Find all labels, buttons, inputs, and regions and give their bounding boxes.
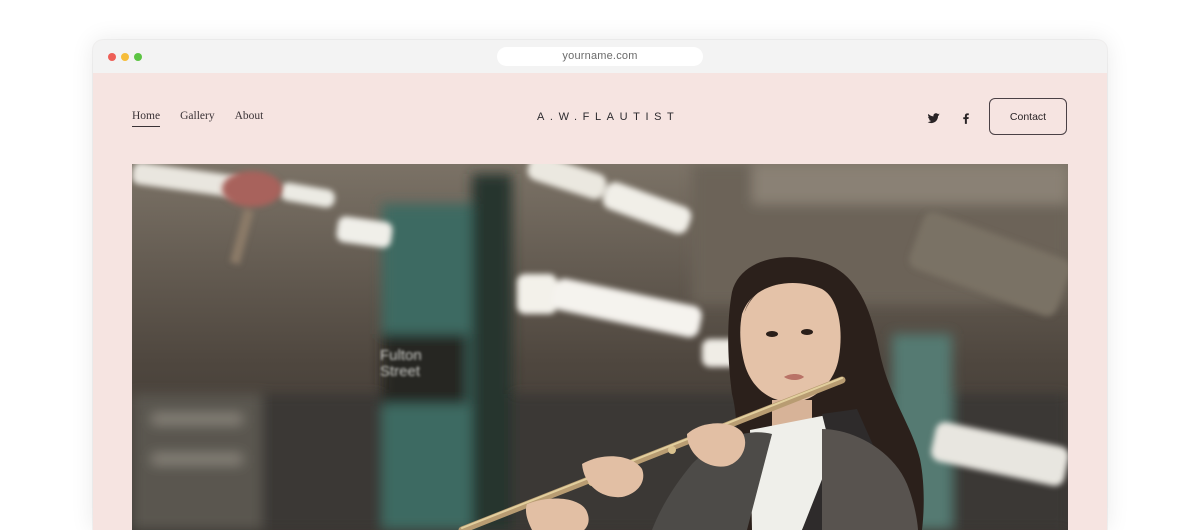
site-title: A.W.FLAUTIST <box>537 111 680 123</box>
main-nav: Home Gallery About <box>132 110 263 127</box>
close-window-button[interactable] <box>108 53 116 61</box>
station-sign-line-1: Fulton <box>380 347 422 364</box>
browser-chrome: yourname.com <box>93 40 1107 73</box>
maximize-window-button[interactable] <box>134 53 142 61</box>
nav-item-about[interactable]: About <box>235 110 264 127</box>
nav-item-home[interactable]: Home <box>132 110 161 127</box>
minimize-window-button[interactable] <box>121 53 129 61</box>
nav-item-gallery[interactable]: Gallery <box>180 110 214 127</box>
browser-window: yourname.com Home Gallery About A.W.FLAU… <box>93 40 1107 530</box>
twitter-icon[interactable] <box>927 111 941 125</box>
facebook-icon[interactable] <box>959 111 973 125</box>
hero-image: Fulton Street <box>132 164 1068 530</box>
address-bar[interactable]: yourname.com <box>497 47 703 66</box>
site-header: Home Gallery About A.W.FLAUTIST Contact <box>93 73 1107 164</box>
contact-button[interactable]: Contact <box>989 98 1067 135</box>
station-sign-line-2: Street <box>380 363 421 380</box>
flutist-subway-photo: Fulton Street <box>132 164 1068 530</box>
